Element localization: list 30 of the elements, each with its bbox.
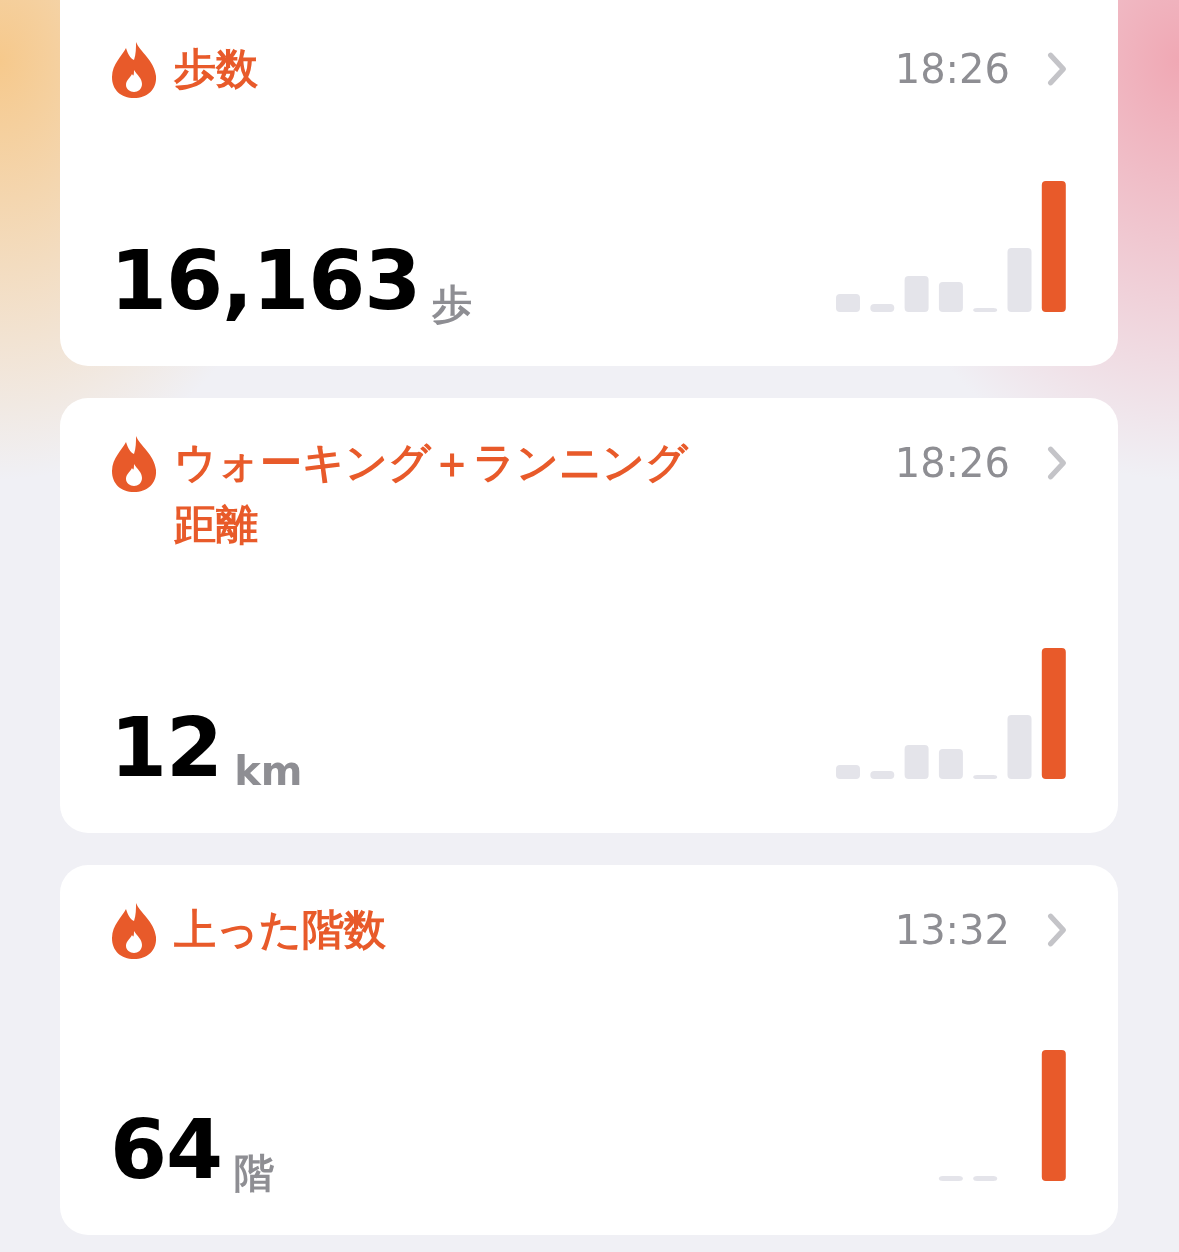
chart-bar	[836, 294, 860, 312]
unit-label: km	[234, 749, 303, 793]
chart-bar	[870, 304, 895, 312]
metric-value: 64	[110, 1109, 223, 1191]
flame-icon	[110, 901, 158, 961]
card-title: 上った階数	[174, 904, 387, 956]
card-title: ウォーキング＋ランニング距離	[174, 437, 690, 551]
chart-bar	[836, 765, 860, 779]
metric-value: 12	[110, 707, 223, 789]
chart-bar	[904, 745, 929, 779]
chevron-icon[interactable]	[1046, 912, 1068, 948]
chevron-icon[interactable]	[1046, 445, 1068, 481]
chart-bar	[1007, 248, 1032, 312]
chevron-icon[interactable]	[1046, 51, 1068, 87]
chart-bar	[938, 1176, 963, 1181]
metric-value: 16,163	[110, 240, 421, 322]
chart-bar	[904, 276, 929, 312]
time-label: 18:26	[894, 45, 1010, 94]
unit-label: 歩	[432, 282, 473, 326]
time-label: 18:26	[894, 439, 1010, 488]
flame-icon	[110, 434, 158, 494]
unit-label: 階	[234, 1151, 275, 1195]
chart-bar	[1007, 715, 1032, 779]
card-title: 歩数	[174, 43, 259, 95]
chart-bar	[973, 1176, 998, 1181]
chart-bar	[870, 771, 895, 779]
chart-bar	[938, 749, 963, 779]
chart-bar	[938, 282, 963, 312]
flame-icon	[110, 40, 158, 100]
time-label: 13:32	[894, 906, 1010, 955]
